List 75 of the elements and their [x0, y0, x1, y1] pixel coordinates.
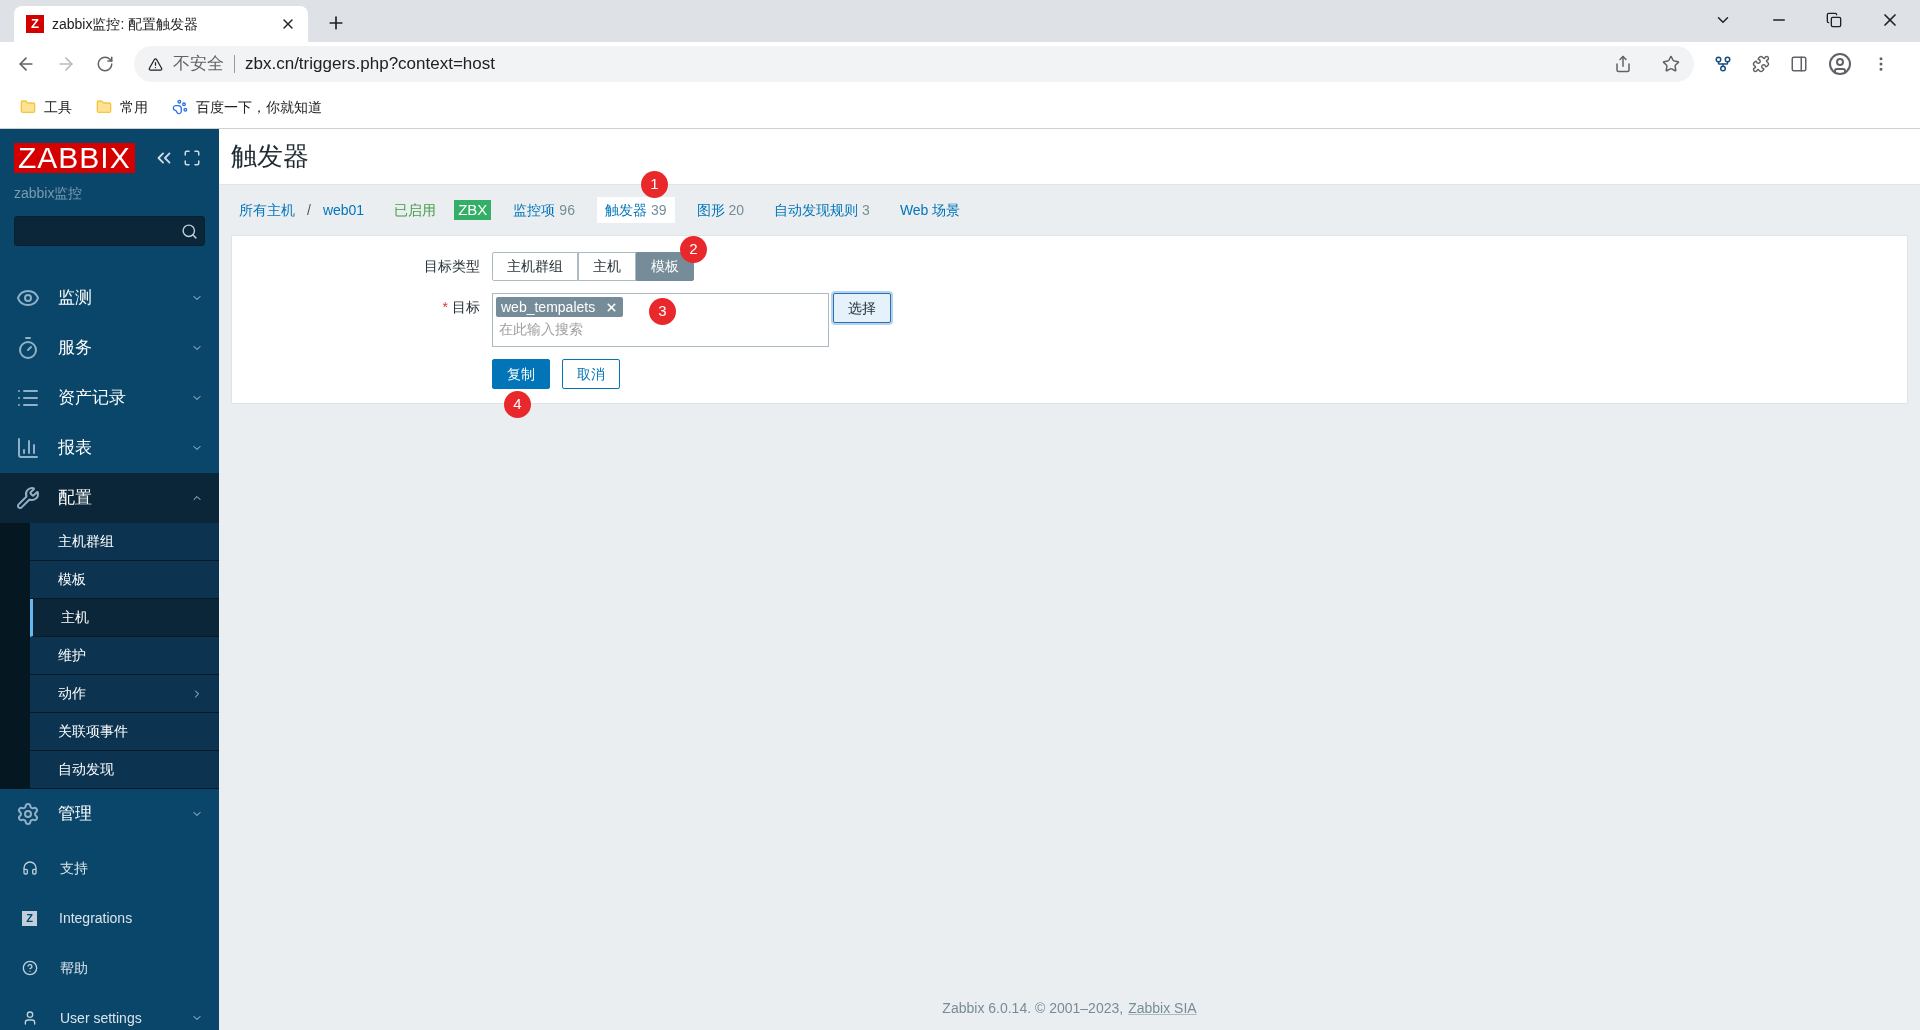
menu-item[interactable]: 帮助	[0, 943, 219, 993]
submenu-item[interactable]: 模板	[30, 561, 219, 599]
submenu-item[interactable]: 主机群组	[30, 523, 219, 561]
bookmark[interactable]: 工具	[20, 96, 72, 118]
annotation-number: 2	[680, 236, 707, 263]
reload-icon[interactable]	[96, 55, 114, 73]
bar-chart-icon	[16, 436, 40, 460]
breadcrumb-link[interactable]: web01	[322, 199, 365, 221]
submenu-item[interactable]: 主机	[30, 599, 219, 637]
menu-item[interactable]: 支持	[0, 843, 219, 893]
folder-icon	[20, 99, 36, 115]
status-label: 已启用	[394, 200, 437, 220]
menu-item[interactable]: Z Integrations	[0, 893, 219, 943]
menu-item[interactable]: 监测	[0, 273, 219, 323]
security-label: 不安全	[173, 53, 224, 76]
star-icon[interactable]	[1662, 55, 1680, 73]
submenu-item[interactable]: 自动发现	[30, 751, 219, 789]
zabbix-logo[interactable]: ZABBIX	[14, 143, 135, 173]
nav-tab[interactable]: 图形 20	[688, 197, 753, 223]
submenu-item[interactable]: 关联项事件	[30, 713, 219, 751]
search-field[interactable]	[14, 216, 205, 246]
question-icon	[22, 960, 38, 976]
submenu-item[interactable]: 动作	[30, 675, 219, 713]
cancel-button[interactable]: 取消	[562, 359, 620, 389]
z-icon: Z	[22, 910, 37, 926]
expand-icon[interactable]	[182, 149, 201, 167]
url-text: zbx.cn/triggers.php?context=host	[245, 53, 495, 76]
warning-icon	[148, 56, 163, 72]
annotation-number: 3	[649, 298, 676, 325]
copy-button[interactable]: 复制	[492, 359, 550, 389]
menu-item[interactable]: 管理	[0, 789, 219, 839]
zabbix-favicon-icon: Z	[26, 15, 44, 33]
availability-badge: ZBX	[454, 200, 492, 220]
stopwatch-icon	[16, 336, 40, 360]
folder-icon	[96, 99, 112, 115]
required-asterisk: *	[442, 299, 448, 315]
fork-icon[interactable]	[1714, 55, 1732, 73]
tab-title: zabbix监控: 配置触发器	[52, 14, 200, 34]
breadcrumb-separator: /	[307, 200, 311, 220]
nav-tab[interactable]: Web 场景	[891, 197, 969, 223]
breadcrumb-link[interactable]: 所有主机	[239, 199, 295, 221]
menu-item[interactable]: 报表	[0, 423, 219, 473]
nav-tab[interactable]: 自动发现规则 3	[766, 197, 878, 223]
address-bar[interactable]: 不安全 zbx.cn/triggers.php?context=host	[134, 46, 1694, 82]
side-panel-icon[interactable]	[1790, 55, 1808, 73]
bookmark[interactable]: 常用	[96, 96, 148, 118]
field-label: 目标	[452, 299, 480, 315]
profile-icon[interactable]	[1828, 52, 1852, 76]
menu-item[interactable]: 资产记录	[0, 373, 219, 423]
page-title: 触发器	[231, 140, 309, 173]
footer-text: Zabbix 6.0.14. © 2001–2023,	[942, 998, 1124, 1018]
paw-icon	[172, 99, 188, 115]
share-icon[interactable]	[1614, 55, 1632, 73]
submenu-item[interactable]: 维护	[30, 637, 219, 675]
user-icon	[22, 1010, 38, 1026]
selected-tag: web_tempalets	[496, 297, 624, 317]
segment-option[interactable]: 主机群组	[492, 252, 578, 281]
menu-item[interactable]: 配置	[0, 473, 219, 523]
gear-icon	[16, 802, 40, 826]
segment-option[interactable]: 主机	[578, 252, 636, 281]
browser-tab[interactable]: Z zabbix监控: 配置触发器	[14, 6, 308, 42]
menu-item[interactable]: 服务	[0, 323, 219, 373]
nav-tab[interactable]: 监控项 96	[505, 197, 583, 223]
annotation-number: 4	[504, 391, 531, 418]
menu-item[interactable]: User settings	[0, 993, 219, 1030]
search-icon[interactable]	[181, 222, 198, 240]
headset-icon	[22, 860, 38, 876]
nav-tab[interactable]: 触发器 39	[596, 197, 675, 223]
select-button[interactable]: 选择	[833, 293, 891, 323]
field-label: 目标类型	[423, 257, 481, 276]
wrench-icon	[16, 486, 40, 510]
bookmark[interactable]: 百度一下，你就知道	[172, 96, 322, 118]
puzzle-icon[interactable]	[1752, 55, 1770, 73]
server-name: zabbix监控	[14, 184, 84, 203]
restore-icon[interactable]	[1826, 12, 1842, 28]
